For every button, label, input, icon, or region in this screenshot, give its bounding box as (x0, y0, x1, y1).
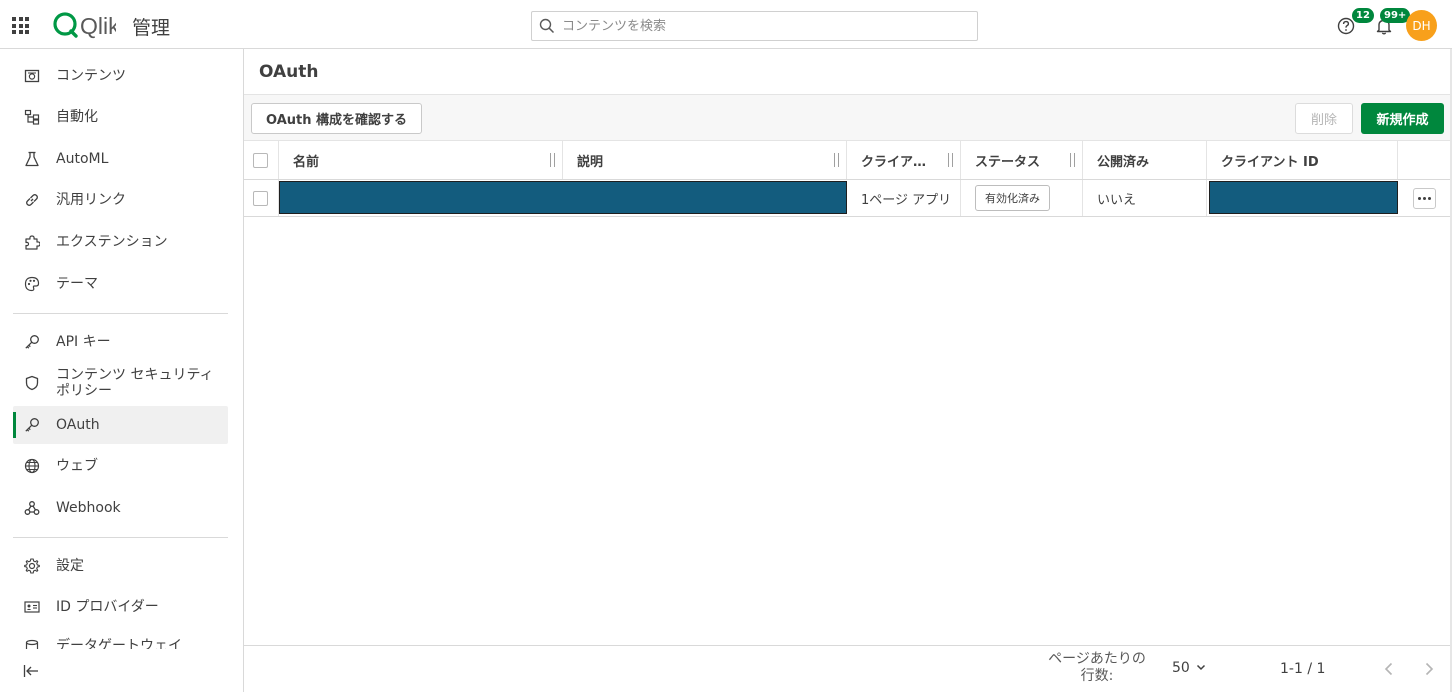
app-title: 管理 (132, 17, 171, 39)
column-header-client-id[interactable]: クライアント ID (1207, 141, 1398, 179)
sidebar-item-content-security-policy[interactable]: コンテンツ セキュリティ ポリシー (13, 363, 228, 403)
collapse-left-icon (23, 665, 38, 677)
verify-oauth-config-button[interactable]: OAuth 構成を確認する (251, 103, 423, 134)
cell-status: 有効化済み (961, 180, 1083, 216)
flask-icon (23, 150, 41, 168)
chevron-left-icon (1384, 662, 1393, 676)
row-select-cell (244, 180, 279, 216)
search-icon (532, 12, 562, 40)
sidebar-divider (13, 313, 228, 314)
chevron-down-icon (1196, 660, 1206, 676)
gear-icon (23, 557, 41, 575)
search-bar[interactable] (531, 11, 978, 41)
sidebar: コンテンツ 自動化 AutoML 汎用リンク エクステンション テーマ API … (0, 49, 244, 692)
content-icon (23, 67, 41, 85)
create-new-button[interactable]: 新規作成 (1361, 103, 1444, 134)
collapse-sidebar-button[interactable] (22, 662, 40, 680)
pagination-range: 1-1 / 1 (1280, 661, 1326, 677)
redacted-name-description (279, 181, 847, 214)
toolbar: OAuth 構成を確認する 削除 新規作成 (244, 94, 1452, 141)
sidebar-item-api-keys[interactable]: API キー (13, 323, 228, 361)
delete-button: 削除 (1295, 103, 1353, 134)
top-bar: Qlik 管理 12 99+ DH (0, 0, 1452, 49)
sidebar-item-generic-links[interactable]: 汎用リンク (13, 181, 228, 219)
page-title: OAuth (259, 62, 319, 82)
id-card-icon (23, 598, 41, 616)
sidebar-item-oauth[interactable]: OAuth (13, 406, 228, 444)
sidebar-item-label: AutoML (56, 151, 109, 167)
cell-client-type: 1ページ アプリ (847, 180, 961, 216)
row-more-actions-button[interactable] (1413, 187, 1436, 209)
sidebar-item-label: API キー (56, 334, 111, 350)
rows-per-page-select[interactable]: 50 (1172, 660, 1206, 676)
sidebar-item-label: エクステンション (56, 234, 168, 250)
sidebar-item-label: コンテンツ セキュリティ ポリシー (56, 367, 214, 399)
palette-icon (23, 275, 41, 293)
row-checkbox[interactable] (253, 190, 268, 206)
sidebar-item-label: 設定 (56, 558, 84, 574)
qlik-logo[interactable]: Qlik (52, 10, 116, 40)
rows-per-page-label: ページあたりの行数: (1048, 651, 1146, 684)
shield-icon (23, 374, 41, 392)
column-resize-handle[interactable] (834, 153, 839, 167)
sidebar-item-label: テーマ (56, 276, 98, 292)
sidebar-item-label: データゲートウェイ (56, 638, 182, 649)
cell-actions (1398, 180, 1452, 216)
redacted-client-id (1209, 181, 1398, 214)
column-header-actions (1398, 141, 1452, 179)
sidebar-item-automl[interactable]: AutoML (13, 140, 228, 178)
column-resize-handle[interactable] (550, 153, 555, 167)
sidebar-item-label: Webhook (56, 500, 121, 516)
sidebar-item-label: ID プロバイダー (56, 599, 159, 615)
sidebar-item-label: 汎用リンク (56, 192, 126, 208)
key-icon (23, 416, 41, 434)
sidebar-item-settings[interactable]: 設定 (13, 547, 228, 585)
help-count-badge: 12 (1352, 8, 1374, 23)
column-header-published[interactable]: 公開済み (1083, 141, 1207, 179)
automation-icon (23, 108, 41, 126)
select-all-checkbox[interactable] (253, 152, 268, 168)
next-page-button[interactable] (1420, 660, 1438, 678)
app-launcher-grid-icon[interactable] (12, 17, 29, 34)
sidebar-item-data-gateways[interactable]: データゲートウェイ (13, 629, 228, 649)
column-resize-handle[interactable] (1070, 153, 1075, 167)
column-header-description[interactable]: 説明 (563, 141, 847, 179)
sidebar-item-identity-providers[interactable]: ID プロバイダー (13, 588, 228, 626)
sidebar-item-content[interactable]: コンテンツ (13, 57, 228, 95)
sidebar-item-label: 自動化 (56, 109, 98, 125)
column-resize-handle[interactable] (948, 153, 953, 167)
sidebar-item-webhook[interactable]: Webhook (13, 489, 228, 527)
pagination-bar: ページあたりの行数: 50 1-1 / 1 (244, 645, 1452, 692)
column-header-name[interactable]: 名前 (279, 141, 563, 179)
puzzle-icon (23, 233, 41, 251)
main-panel: OAuth OAuth 構成を確認する 削除 新規作成 名前 説明 クライア… … (244, 49, 1452, 692)
table-header: 名前 説明 クライア… ステータス 公開済み クライアント ID (244, 141, 1452, 180)
sidebar-item-web[interactable]: ウェブ (13, 447, 228, 485)
link-icon (23, 191, 41, 209)
column-header-client-type[interactable]: クライア… (847, 141, 961, 179)
sidebar-divider (13, 537, 228, 538)
sidebar-item-automation[interactable]: 自動化 (13, 98, 228, 136)
sidebar-item-label: ウェブ (56, 458, 98, 474)
sidebar-item-extensions[interactable]: エクステンション (13, 223, 228, 261)
qlik-logo-mark: Qlik (53, 12, 116, 39)
table-row[interactable]: 1ページ アプリ 有効化済み いいえ (244, 180, 1452, 217)
database-icon (23, 638, 41, 649)
sidebar-item-themes[interactable]: テーマ (13, 265, 228, 303)
sidebar-item-label: OAuth (56, 417, 100, 433)
status-badge: 有効化済み (975, 185, 1050, 211)
column-header-status[interactable]: ステータス (961, 141, 1083, 179)
cell-published: いいえ (1083, 180, 1207, 216)
svg-text:Qlik: Qlik (80, 13, 116, 39)
sidebar-item-label: コンテンツ (56, 68, 126, 84)
globe-icon (23, 457, 41, 475)
select-all-cell (244, 141, 279, 179)
previous-page-button[interactable] (1380, 660, 1398, 678)
key-icon (23, 333, 41, 351)
webhook-icon (23, 499, 41, 517)
user-avatar[interactable]: DH (1406, 10, 1437, 41)
search-input[interactable] (562, 13, 977, 39)
chevron-right-icon (1425, 662, 1434, 676)
